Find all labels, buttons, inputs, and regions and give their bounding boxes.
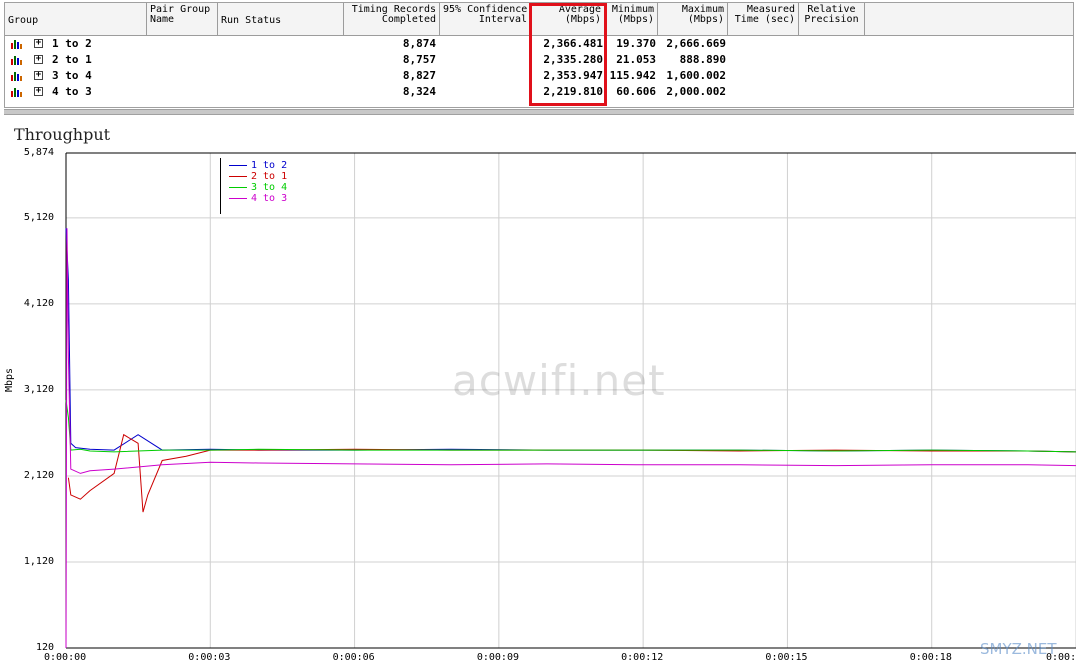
legend-item: 2 to 1 bbox=[229, 171, 287, 182]
series-line bbox=[65, 400, 1076, 453]
legend-swatch bbox=[229, 175, 247, 177]
chart-legend: 1 to 2 2 to 1 3 to 4 4 to 3 bbox=[220, 158, 311, 214]
legend-label: 2 to 1 bbox=[251, 171, 288, 182]
legend-item: 1 to 2 bbox=[229, 160, 287, 171]
series-line bbox=[67, 433, 1076, 513]
x-tick-label: 0:00:03 bbox=[188, 652, 231, 663]
legend-item: 4 to 3 bbox=[229, 193, 287, 204]
y-tick-label: 5,874 bbox=[23, 147, 54, 158]
legend-label: 3 to 4 bbox=[251, 182, 288, 193]
y-tick-label: 1,120 bbox=[23, 555, 54, 567]
y-tick-label: 2,120 bbox=[23, 469, 54, 481]
legend-swatch bbox=[229, 186, 247, 188]
x-tick-label: 0:00:09 bbox=[476, 652, 519, 663]
x-tick-label: 0:00:18 bbox=[909, 652, 952, 663]
series-line bbox=[65, 228, 1076, 453]
legend-swatch bbox=[229, 164, 247, 166]
y-tick-label: 3,120 bbox=[23, 383, 54, 395]
x-tick-label: 0:00:00 bbox=[44, 652, 87, 663]
series-line bbox=[65, 228, 1076, 649]
x-tick-label: 0:00:06 bbox=[332, 652, 375, 663]
legend-item: 3 to 4 bbox=[229, 182, 287, 193]
legend-swatch bbox=[229, 197, 247, 199]
legend-label: 1 to 2 bbox=[251, 160, 288, 171]
throughput-chart bbox=[65, 152, 1076, 649]
x-tick-label: 0:00:12 bbox=[621, 652, 664, 663]
watermark: acwifi.net bbox=[452, 356, 666, 405]
y-tick-label: 5,120 bbox=[23, 211, 54, 223]
x-tick-label: 0:00:15 bbox=[765, 652, 808, 663]
legend-label: 4 to 3 bbox=[251, 193, 288, 204]
y-tick-label: 4,120 bbox=[23, 297, 54, 309]
corner-watermark: SMYZ.NET bbox=[980, 640, 1057, 658]
